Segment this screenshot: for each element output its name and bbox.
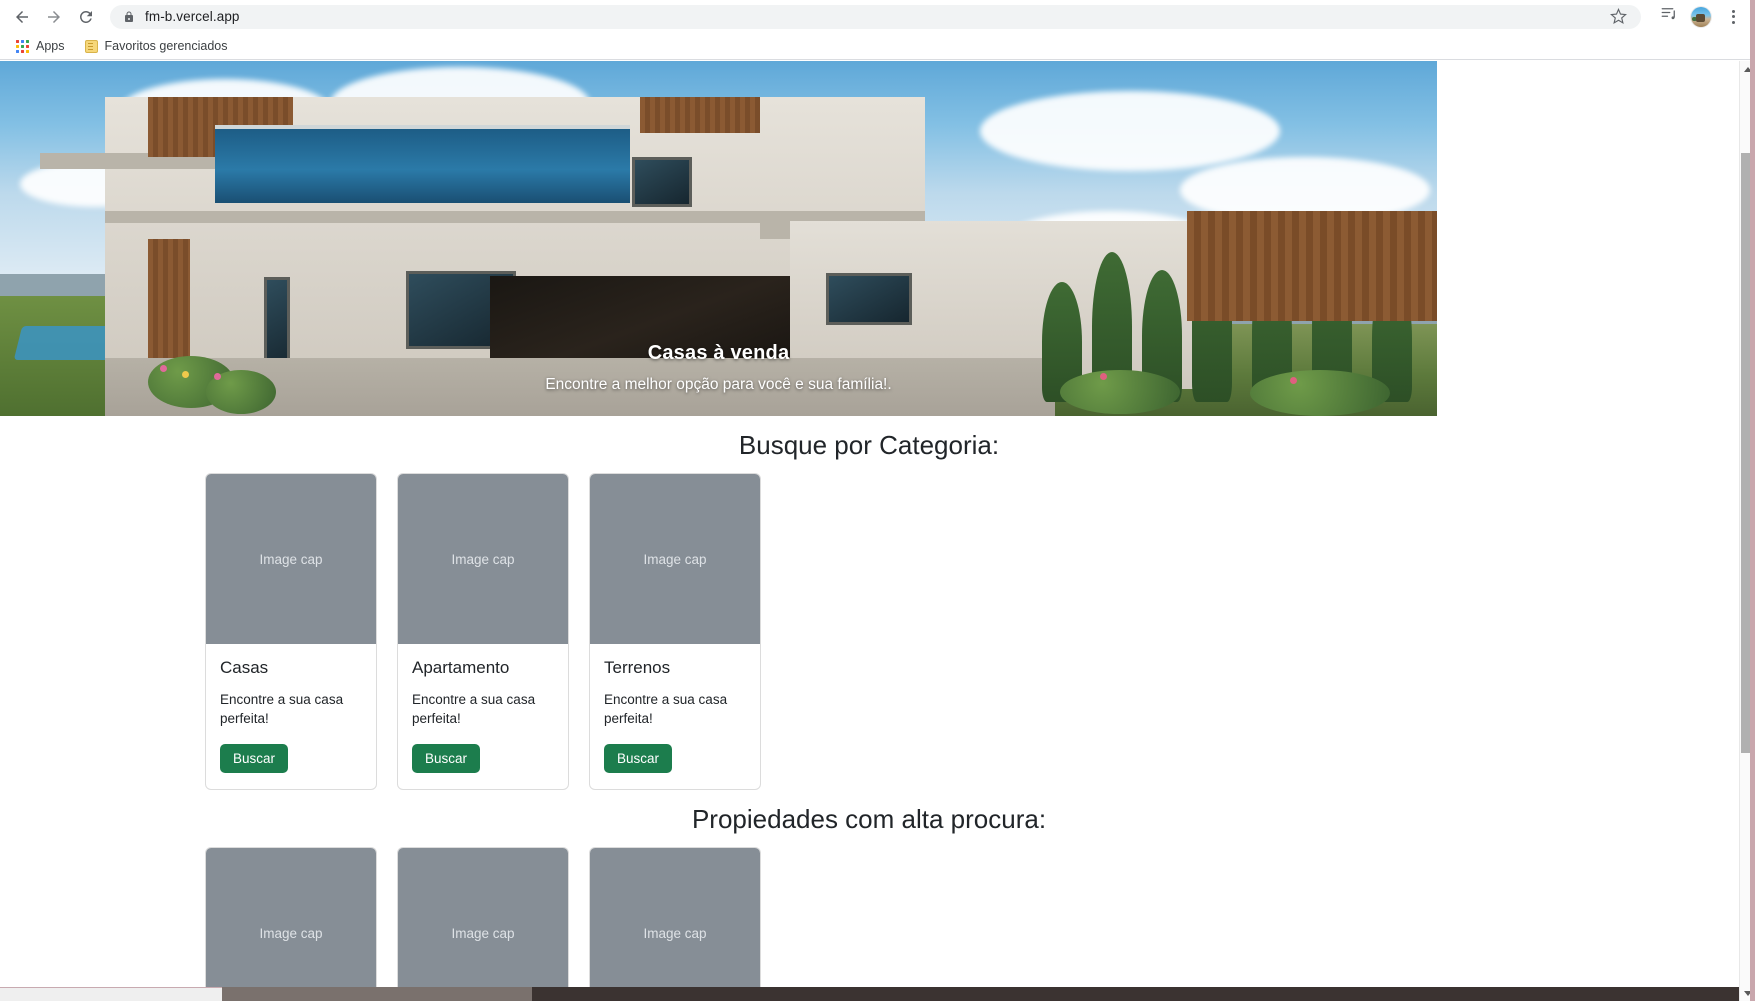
card-image-placeholder: Image cap <box>398 848 568 988</box>
back-arrow-icon <box>13 8 31 26</box>
back-button[interactable] <box>6 1 38 33</box>
card-title: Apartamento <box>412 658 510 677</box>
reload-icon <box>77 8 95 26</box>
browser-window: fm-b.vercel.app Apps Favoritos gerenciad… <box>0 0 1755 1001</box>
profile-button[interactable] <box>1687 3 1715 31</box>
url-text: fm-b.vercel.app <box>145 9 240 24</box>
hero-caption: Casas à venda Encontre a melhor opção pa… <box>0 342 1437 394</box>
card-image-placeholder: Image cap <box>206 474 376 644</box>
bookmark-managed-favorites-label: Favoritos gerenciados <box>104 39 228 53</box>
lock-icon <box>123 10 135 24</box>
reload-button[interactable] <box>70 1 102 33</box>
card-text: Encontre a sua casa perfeita! <box>412 692 536 727</box>
card-title: Terrenos <box>604 658 671 677</box>
carousel-indicator-1[interactable] <box>668 388 698 408</box>
image-cap-label: Image cap <box>451 551 515 567</box>
page-viewport: Casas à venda Encontre a melhor opção pa… <box>0 61 1755 1001</box>
featured-card-1[interactable]: Image cap <box>205 847 377 988</box>
apps-grid-icon <box>16 39 29 53</box>
image-cap-label: Image cap <box>643 551 707 567</box>
bookmark-apps-label: Apps <box>36 39 65 53</box>
hero-carousel[interactable]: Casas à venda Encontre a melhor opção pa… <box>0 61 1437 416</box>
card-body: Casas Encontre a sua casa perfeita! Busc… <box>206 644 376 789</box>
card-image-placeholder: Image cap <box>398 474 568 644</box>
web-page: Casas à venda Encontre a melhor opção pa… <box>0 61 1739 988</box>
image-cap-label: Image cap <box>643 925 707 941</box>
reading-list-icon <box>1660 5 1678 28</box>
window-right-edge <box>1750 0 1755 1001</box>
folder-icon <box>84 39 98 53</box>
featured-card-2[interactable]: Image cap <box>397 847 569 988</box>
image-cap-label: Image cap <box>259 551 323 567</box>
card-image-placeholder: Image cap <box>590 848 760 988</box>
card-image-placeholder: Image cap <box>206 848 376 988</box>
bookmark-managed-favorites[interactable]: Favoritos gerenciados <box>77 36 236 56</box>
carousel-indicators <box>0 388 1437 408</box>
card-text: Encontre a sua casa perfeita! <box>604 692 728 727</box>
address-bar[interactable]: fm-b.vercel.app <box>110 4 1641 29</box>
card-body: Apartamento Encontre a sua casa perfeita… <box>398 644 568 789</box>
bookmark-apps[interactable]: Apps <box>8 36 73 56</box>
featured-card-3[interactable]: Image cap <box>589 847 761 988</box>
image-cap-label: Image cap <box>259 925 323 941</box>
browser-toolbar: fm-b.vercel.app <box>0 0 1755 33</box>
hero-title: Casas à venda <box>647 342 790 364</box>
card-body: Terrenos Encontre a sua casa perfeita! B… <box>590 644 760 789</box>
category-cards-row: Image cap Casas Encontre a sua casa perf… <box>0 473 1739 791</box>
carousel-indicator-2[interactable] <box>704 388 734 408</box>
forward-button[interactable] <box>38 1 70 33</box>
section-heading-categoria: Busque por Categoria: <box>738 430 1000 460</box>
category-card-casas[interactable]: Image cap Casas Encontre a sua casa perf… <box>205 473 377 791</box>
section-heading-alta-procura: Propiedades com alta procura: <box>691 804 1047 835</box>
reading-list-button[interactable] <box>1655 3 1683 31</box>
three-dot-menu-icon <box>1731 9 1735 24</box>
horizontal-scrollbar[interactable] <box>0 987 1739 1001</box>
star-icon[interactable] <box>1602 8 1627 25</box>
card-text: Encontre a sua casa perfeita! <box>220 692 344 727</box>
bookmarks-bar: Apps Favoritos gerenciados <box>0 33 1755 60</box>
page-bottom-strip <box>0 987 222 1001</box>
image-cap-label: Image cap <box>451 925 515 941</box>
category-card-apartamento[interactable]: Image cap Apartamento Encontre a sua cas… <box>397 473 569 791</box>
horizontal-scrollbar-thumb[interactable] <box>222 987 532 1001</box>
card-image-placeholder: Image cap <box>590 474 760 644</box>
forward-arrow-icon <box>45 8 63 26</box>
category-card-terrenos[interactable]: Image cap Terrenos Encontre a sua casa p… <box>589 473 761 791</box>
featured-cards-row: Image cap Image cap Image cap <box>0 847 1739 988</box>
buscar-button-casas[interactable]: Buscar <box>220 744 289 774</box>
browser-menu-button[interactable] <box>1719 3 1747 31</box>
card-title: Casas <box>220 658 269 677</box>
carousel-indicator-3[interactable] <box>740 388 770 408</box>
buscar-button-terrenos[interactable]: Buscar <box>604 744 673 774</box>
avatar-icon <box>1691 6 1711 27</box>
buscar-button-apartamento[interactable]: Buscar <box>412 744 481 774</box>
